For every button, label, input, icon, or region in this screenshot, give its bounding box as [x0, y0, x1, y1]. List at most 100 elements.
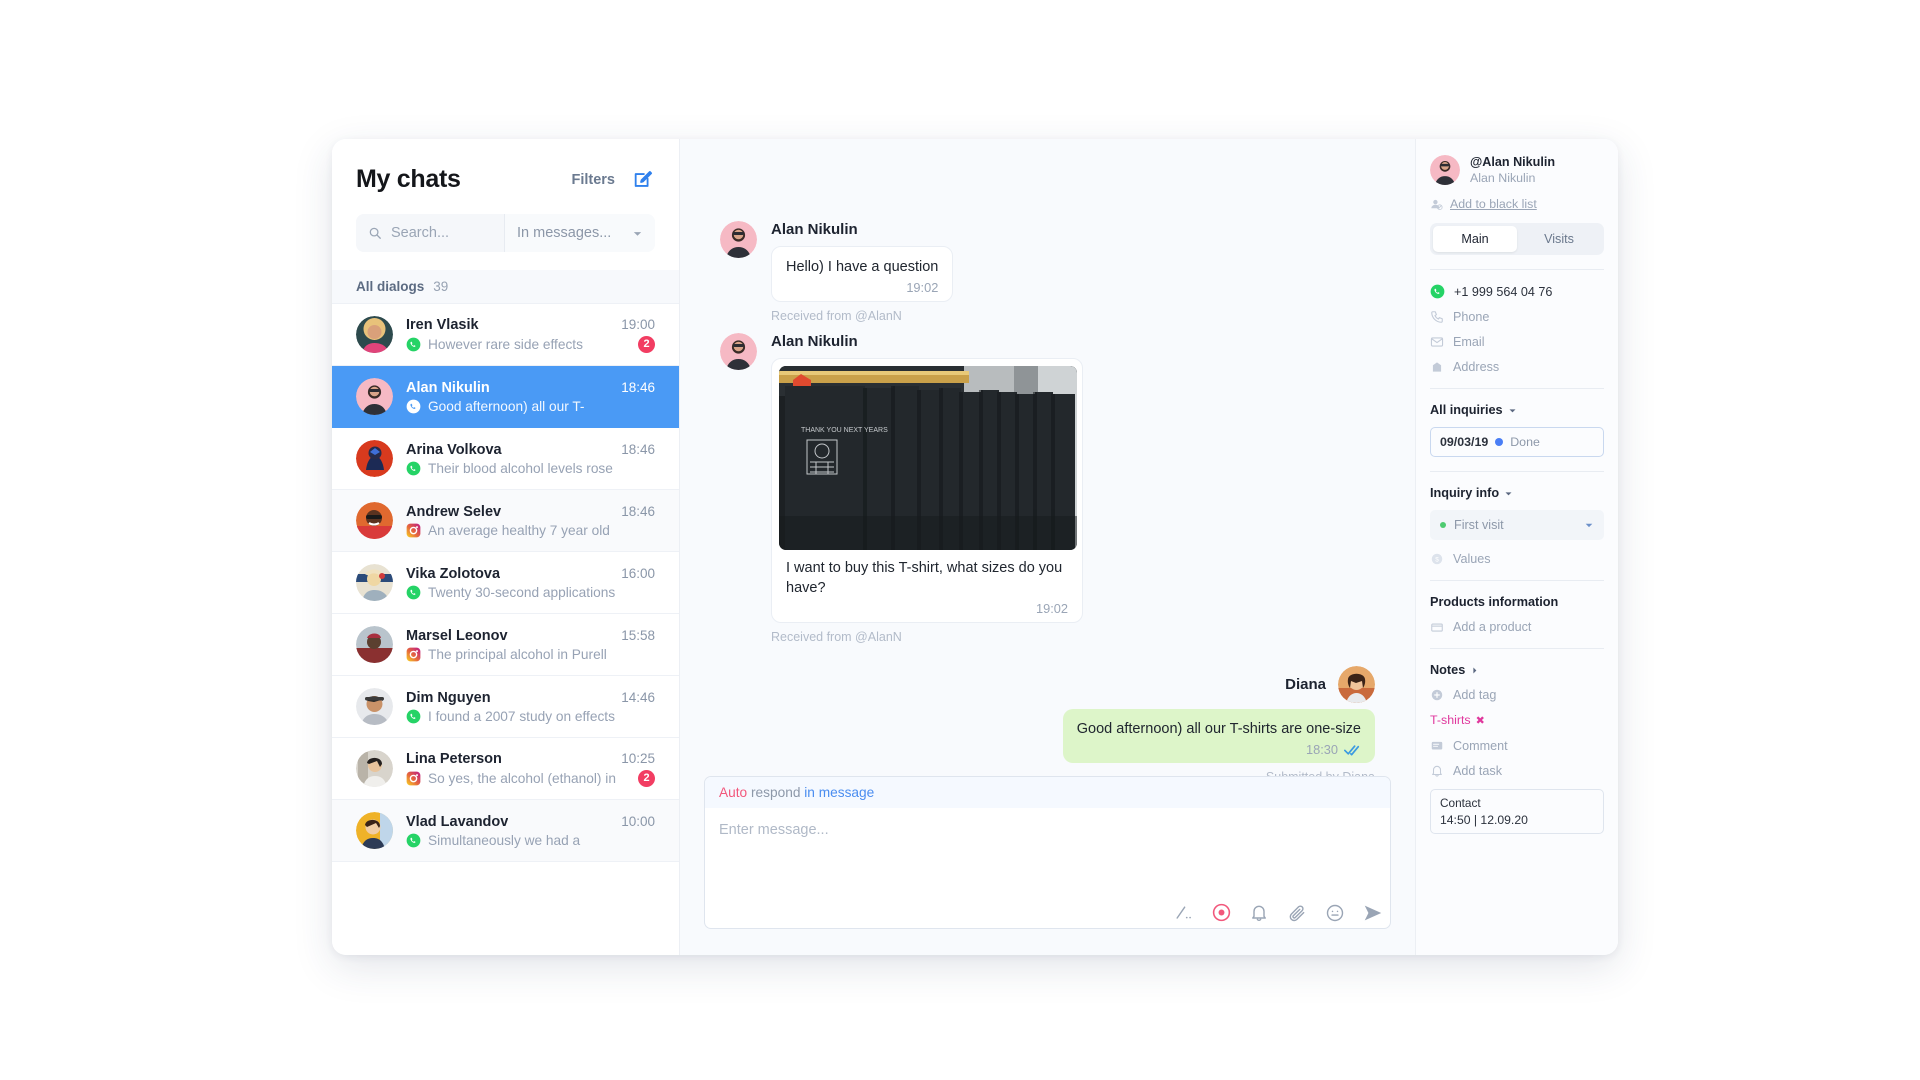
- composer-input-area[interactable]: Enter message...: [705, 808, 1390, 896]
- avatar: [356, 688, 393, 725]
- chat-row-name: Lina Peterson: [406, 750, 502, 767]
- visit-type-value: First visit: [1454, 518, 1504, 532]
- chat-row-top: Marsel Leonov 15:58: [406, 628, 655, 644]
- chat-row-lina-peterson[interactable]: Lina Peterson 10:25 So yes, the alcohol (e…: [332, 738, 679, 800]
- chat-row-alan-nikulin[interactable]: Alan Nikulin 18:46 Good afternoon) all our…: [332, 366, 679, 428]
- divider: [1430, 580, 1604, 581]
- visit-type-select[interactable]: First visit: [1430, 510, 1604, 540]
- search-input[interactable]: [391, 225, 492, 241]
- all-dialogs-bar[interactable]: All dialogs 39: [332, 270, 679, 304]
- record-icon[interactable]: [1210, 902, 1232, 924]
- add-task-button[interactable]: Add task: [1430, 764, 1604, 778]
- page-title: My chats: [356, 165, 461, 193]
- inquiry-item[interactable]: 09/03/19 Done: [1430, 427, 1604, 457]
- chat-row-name: Iren Vlasik: [406, 316, 479, 333]
- contact-email[interactable]: Email: [1430, 335, 1604, 349]
- chat-row-vika-zolotova[interactable]: Vika Zolotova 16:00 Twenty 30-second appli…: [332, 552, 679, 614]
- auto-respond-link[interactable]: in message: [804, 785, 874, 800]
- chat-row-arina-volkova[interactable]: Arina Volkova 18:46 Their blood alcohol le…: [332, 428, 679, 490]
- add-product-label: Add a product: [1453, 620, 1532, 634]
- contact-whatsapp[interactable]: +1 999 564 04 76: [1430, 284, 1604, 299]
- signature-icon[interactable]: [1172, 902, 1194, 924]
- chat-row-content: Lina Peterson 10:25 So yes, the alcohol (e…: [406, 751, 655, 787]
- auto-respond-middle: respond: [747, 784, 805, 800]
- divider: [1430, 388, 1604, 389]
- avatar: [1430, 155, 1460, 185]
- contact-panel: @Alan Nikulin Alan Nikulin Add to black …: [1416, 139, 1618, 955]
- chat-row-time: 15:58: [621, 627, 655, 643]
- contact-phone[interactable]: Phone: [1430, 310, 1604, 324]
- contact-task-card[interactable]: Contact 14:50 | 12.09.20: [1430, 789, 1604, 834]
- chat-row-preview: Twenty 30-second applications: [428, 584, 616, 600]
- avatar: [356, 502, 393, 539]
- chat-row-vlad-lavandov[interactable]: Vlad Lavandov 10:00 Simultaneously we had …: [332, 800, 679, 862]
- auto-respond-bar[interactable]: Auto respond in message: [705, 776, 1390, 808]
- tab-visits[interactable]: Visits: [1517, 226, 1601, 252]
- send-icon[interactable]: [1362, 902, 1384, 924]
- search-field-wrap: [356, 214, 505, 252]
- chat-row-bottom: Twenty 30-second applications: [406, 585, 655, 600]
- bell-icon[interactable]: [1248, 902, 1270, 924]
- inquiry-info-header[interactable]: Inquiry info: [1430, 486, 1604, 500]
- avatar: [356, 750, 393, 787]
- chat-row-marsel-leonov[interactable]: Marsel Leonov 15:58 The principal alcohol …: [332, 614, 679, 676]
- unread-badge: 2: [638, 335, 655, 353]
- chevron-down-icon: [1509, 408, 1516, 412]
- chevron-down-icon: [1585, 523, 1593, 528]
- chat-row-content: Arina Volkova 18:46 Their blood alcohol le…: [406, 442, 655, 476]
- search-scope-select[interactable]: In messages...: [505, 214, 655, 252]
- chat-row-time: 10:25: [621, 750, 655, 766]
- instagram-icon: [406, 523, 421, 538]
- divider: [1430, 648, 1604, 649]
- values-row[interactable]: $ Values: [1430, 552, 1604, 566]
- tag-chip[interactable]: T-shirts ✖: [1430, 713, 1604, 727]
- paperclip-icon[interactable]: [1286, 902, 1308, 924]
- whatsapp-icon: [406, 337, 421, 352]
- search-bar: In messages...: [356, 214, 655, 252]
- filters-button[interactable]: Filters: [571, 172, 615, 188]
- contact-address[interactable]: Address: [1430, 360, 1604, 374]
- emoji-icon[interactable]: [1324, 902, 1346, 924]
- instagram-icon: [406, 771, 421, 786]
- chat-row-andrew-selev[interactable]: Andrew Selev 18:46 An average healthy 7 ye…: [332, 490, 679, 552]
- chat-row-top: Alan Nikulin 18:46: [406, 380, 655, 396]
- add-tag-button[interactable]: Add tag: [1430, 688, 1604, 702]
- tab-main[interactable]: Main: [1433, 226, 1517, 252]
- tshirt-rack-photo[interactable]: THANK YOU NEXT YEARS: [779, 366, 1077, 550]
- message-time: 18:30: [1305, 742, 1338, 757]
- all-dialogs-count: 39: [433, 279, 449, 294]
- add-tag-label: Add tag: [1453, 688, 1497, 702]
- avatar: [356, 378, 393, 415]
- chevron-down-icon: [633, 231, 642, 236]
- chat-row-top: Andrew Selev 18:46: [406, 504, 655, 520]
- all-inquiries-label: All inquiries: [1430, 403, 1503, 417]
- chat-row-iren-vlasik[interactable]: Iren Vlasik 19:00 However rare side effect…: [332, 304, 679, 366]
- chat-row-time: 18:46: [621, 441, 655, 457]
- message-bubble[interactable]: THANK YOU NEXT YEARS I want to buy this …: [771, 358, 1083, 623]
- chat-row-top: Vika Zolotova 16:00: [406, 566, 655, 582]
- chat-row-time: 18:46: [621, 503, 655, 519]
- chat-row-bottom: An average healthy 7 year old: [406, 523, 655, 538]
- add-product-button[interactable]: Add a product: [1430, 620, 1604, 634]
- message-source: Received from @AlanN: [771, 309, 902, 323]
- status-dot: [1440, 522, 1446, 528]
- message-bubble[interactable]: Good afternoon) all our T-shirts are one…: [1062, 709, 1375, 763]
- remove-tag-icon[interactable]: ✖: [1476, 714, 1485, 727]
- chat-row-dim-nguyen[interactable]: Dim Nguyen 14:46 I found a 2007 study on e…: [332, 676, 679, 738]
- whatsapp-icon: [406, 399, 421, 414]
- comment-button[interactable]: Comment: [1430, 739, 1604, 753]
- add-to-blacklist-button[interactable]: Add to black list: [1430, 197, 1604, 211]
- chat-row-top: Iren Vlasik 19:00: [406, 317, 655, 333]
- blocked-user-icon: [1431, 199, 1443, 210]
- comment-icon: [1431, 741, 1443, 750]
- message-bubble[interactable]: Hello) I have a question 19:02: [771, 246, 954, 302]
- products-information-title: Products information: [1430, 595, 1559, 609]
- search-scope-label: In messages...: [517, 225, 612, 241]
- screen: My chats Filters Search... In messages..…: [0, 0, 1920, 1080]
- contact-phone-number: +1 999 564 04 76: [1454, 284, 1553, 299]
- tag-label: T-shirts: [1430, 713, 1471, 727]
- compose-pencil-icon[interactable]: [631, 168, 655, 192]
- all-inquiries-header[interactable]: All inquiries: [1430, 403, 1604, 417]
- notes-header[interactable]: Notes: [1430, 663, 1604, 677]
- composer-placeholder: Enter message...: [719, 821, 829, 838]
